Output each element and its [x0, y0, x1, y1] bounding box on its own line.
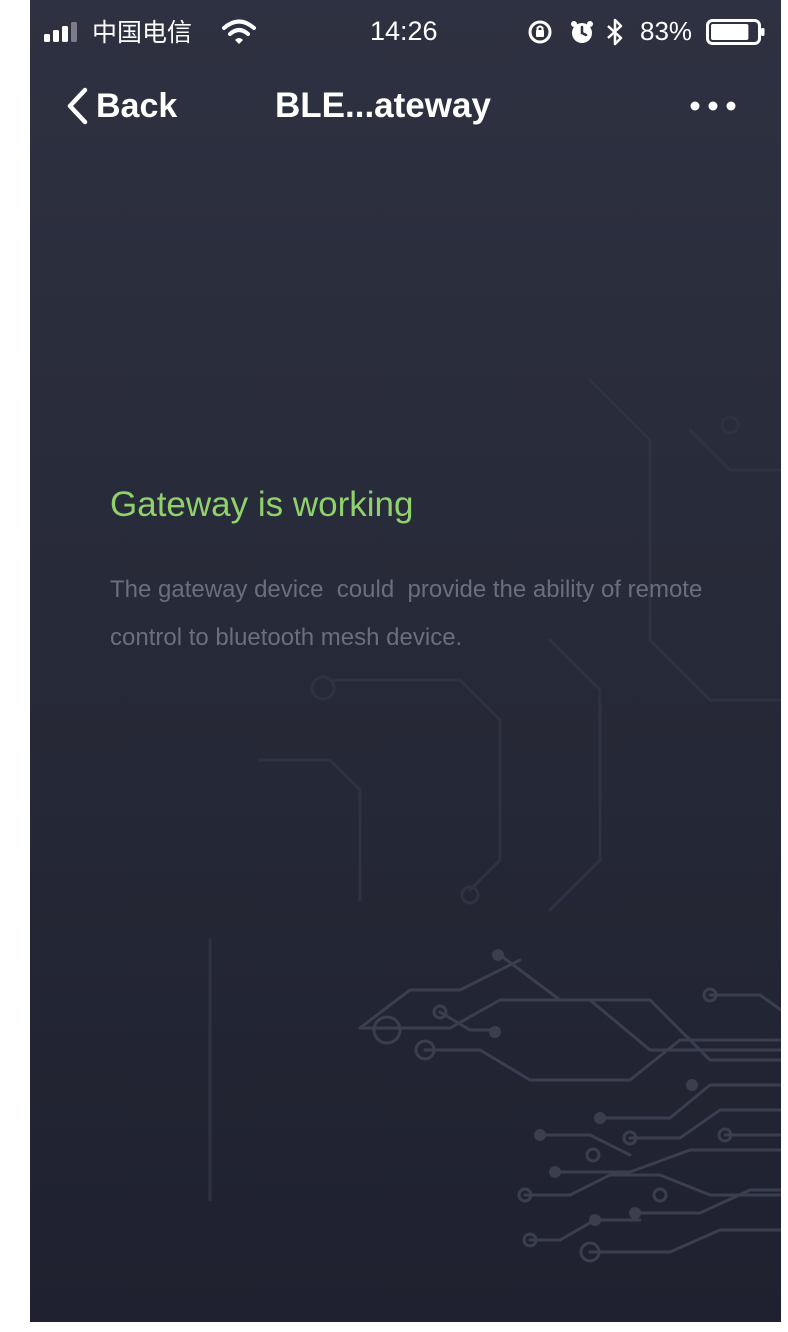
clock: 14:26 — [370, 15, 438, 46]
wifi-icon — [222, 19, 256, 44]
navigation-bar: Back BLE...ateway — [30, 62, 781, 150]
orientation-lock-icon — [528, 20, 552, 44]
back-label: Back — [96, 86, 178, 125]
page-title: BLE...ateway — [275, 86, 491, 125]
bluetooth-icon — [607, 18, 623, 46]
app-screen: 中国电信 14:26 83% Back BLE...ateway Gateway… — [30, 0, 781, 1322]
battery-percentage: 83% — [640, 15, 693, 46]
gateway-status-description: The gateway device could provide the abi… — [110, 576, 709, 651]
battery-icon — [706, 19, 765, 45]
gateway-status-heading: Gateway is working — [110, 485, 414, 524]
carrier-name: 中国电信 — [92, 18, 193, 47]
status-bar: 中国电信 14:26 83% — [30, 0, 781, 62]
more-dots-icon[interactable] — [685, 86, 745, 126]
back-button[interactable]: Back — [64, 80, 177, 132]
alarm-icon — [571, 21, 593, 43]
signal-icon — [44, 22, 77, 42]
chevron-left-icon — [67, 87, 88, 125]
